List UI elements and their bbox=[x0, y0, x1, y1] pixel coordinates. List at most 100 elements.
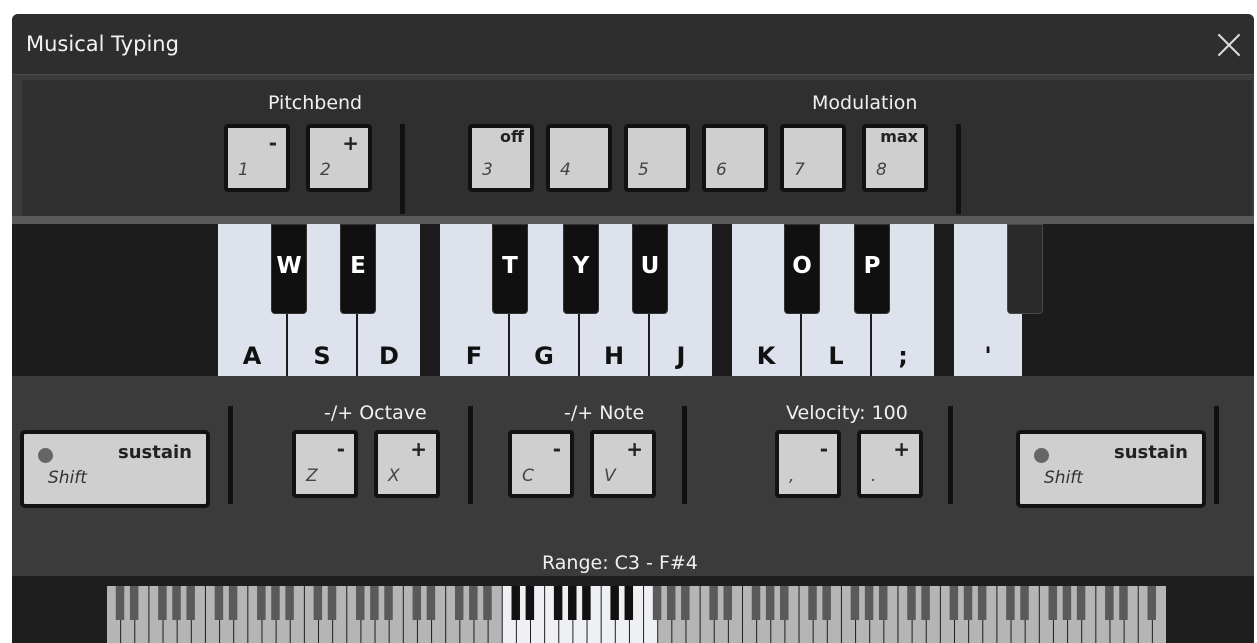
octave-down-key[interactable]: Z - bbox=[292, 430, 358, 498]
note-down-key[interactable]: C - bbox=[508, 430, 574, 498]
divider bbox=[228, 406, 233, 504]
octave-up-key[interactable]: X + bbox=[374, 430, 440, 498]
velocity-label: Velocity: 100 bbox=[786, 402, 908, 424]
shift-label: Shift bbox=[48, 468, 87, 488]
mini-black-key bbox=[214, 586, 224, 620]
lower-controls: sustain Shift -/+ Octave Z - X + -/+ Not… bbox=[12, 376, 1254, 576]
black-key-label: U bbox=[640, 253, 660, 279]
key-label: Z bbox=[306, 466, 318, 486]
key-label: 2 bbox=[320, 160, 331, 180]
white-key-label: D bbox=[379, 342, 399, 370]
window-title: Musical Typing bbox=[26, 32, 179, 56]
pitchbend-up-key[interactable]: 2 + bbox=[306, 124, 372, 192]
note-up-key[interactable]: V + bbox=[590, 430, 656, 498]
divider bbox=[1214, 406, 1219, 504]
mini-black-key bbox=[949, 586, 959, 620]
title-bar: Musical Typing bbox=[12, 14, 1254, 75]
musical-typing-window: Musical Typing Pitchbend 1 - 2 + Modulat… bbox=[12, 14, 1254, 643]
close-icon[interactable] bbox=[1214, 30, 1244, 60]
mini-black-key bbox=[977, 586, 987, 620]
mini-black-key bbox=[681, 586, 690, 620]
mini-black-key bbox=[483, 586, 492, 620]
mini-black-key bbox=[1006, 586, 1015, 620]
mini-black-key bbox=[115, 586, 125, 620]
white-key-label: A bbox=[242, 342, 262, 370]
key-label: 5 bbox=[638, 160, 649, 180]
white-key-label: K bbox=[756, 342, 776, 370]
modulation-label: Modulation bbox=[812, 92, 918, 114]
mini-black-key bbox=[666, 586, 676, 620]
plus-mark: + bbox=[626, 437, 643, 461]
mini-black-key bbox=[907, 586, 916, 620]
white-key-label: F bbox=[465, 342, 483, 370]
black-key[interactable]: Y bbox=[563, 224, 599, 314]
key-label: , bbox=[789, 466, 795, 486]
mini-black-key bbox=[257, 586, 266, 620]
key-label: C bbox=[522, 466, 534, 486]
modulation-5-key[interactable]: 5 bbox=[624, 124, 690, 192]
mini-black-key bbox=[765, 586, 775, 620]
black-key[interactable]: P bbox=[854, 224, 890, 314]
modulation-6-key[interactable]: 6 bbox=[702, 124, 768, 192]
mini-black-key bbox=[850, 586, 860, 620]
range-label: Range: C3 - F#4 bbox=[542, 552, 698, 574]
modulation-4-key[interactable]: 4 bbox=[546, 124, 612, 192]
mini-black-key bbox=[780, 586, 789, 620]
mini-black-key bbox=[1147, 586, 1156, 620]
panel-separator bbox=[12, 216, 1254, 224]
mini-black-key bbox=[129, 586, 139, 620]
mini-black-key bbox=[878, 586, 888, 620]
black-key[interactable]: U bbox=[632, 224, 668, 314]
black-key[interactable]: T bbox=[492, 224, 528, 314]
sustain-left-key[interactable]: sustain Shift bbox=[20, 430, 210, 508]
black-key[interactable] bbox=[1007, 224, 1043, 314]
plus-mark: + bbox=[410, 437, 427, 461]
black-key[interactable]: O bbox=[784, 224, 820, 314]
black-key-label: O bbox=[792, 253, 812, 279]
divider bbox=[682, 406, 687, 504]
piano-keyboard: A S D F G H J K L; ' W E T Y U O P bbox=[12, 224, 1254, 376]
sustain-right-key[interactable]: sustain Shift bbox=[1016, 430, 1206, 508]
mini-black-key bbox=[624, 586, 634, 620]
mini-black-key bbox=[172, 586, 181, 620]
mini-black-key bbox=[1076, 586, 1086, 620]
mini-black-key bbox=[864, 586, 874, 620]
key-label: V bbox=[604, 466, 616, 486]
modulation-off-key[interactable]: 3 off bbox=[468, 124, 534, 192]
key-label: 6 bbox=[716, 160, 727, 180]
mini-black-key bbox=[808, 586, 817, 620]
black-key[interactable]: W bbox=[271, 224, 307, 314]
sustain-indicator-icon bbox=[38, 448, 53, 463]
minus-mark: - bbox=[819, 437, 828, 461]
pitchbend-down-key[interactable]: 1 - bbox=[224, 124, 290, 192]
white-key-label: H bbox=[603, 342, 625, 370]
black-key-label: W bbox=[276, 253, 302, 279]
black-key-label: T bbox=[502, 253, 518, 279]
note-label: -/+ Note bbox=[564, 402, 645, 424]
minus-mark: - bbox=[552, 437, 561, 461]
mini-keyboard[interactable] bbox=[107, 586, 1167, 643]
mini-black-key bbox=[327, 586, 337, 620]
range-overview bbox=[12, 576, 1254, 643]
modulation-max-key[interactable]: 8 max bbox=[862, 124, 928, 192]
sustain-label: sustain bbox=[1114, 442, 1188, 463]
velocity-down-key[interactable]: , - bbox=[775, 430, 841, 498]
sustain-label: sustain bbox=[118, 442, 192, 463]
white-key-label: J bbox=[676, 342, 686, 370]
black-key[interactable]: E bbox=[340, 224, 376, 314]
mini-black-key bbox=[525, 586, 535, 620]
divider bbox=[948, 406, 953, 504]
mini-black-key bbox=[426, 586, 436, 620]
mini-black-key bbox=[469, 586, 478, 620]
velocity-up-key[interactable]: . + bbox=[857, 430, 923, 498]
shift-label: Shift bbox=[1044, 468, 1083, 488]
max-mark: max bbox=[880, 127, 918, 146]
plus-mark: + bbox=[342, 131, 359, 155]
modulation-7-key[interactable]: 7 bbox=[780, 124, 846, 192]
mini-black-key bbox=[582, 586, 591, 620]
white-key-label: ' bbox=[984, 342, 992, 370]
mini-black-key bbox=[1105, 586, 1114, 620]
pitchbend-label: Pitchbend bbox=[268, 92, 363, 114]
mini-black-key bbox=[454, 586, 464, 620]
white-key-label: S bbox=[313, 342, 331, 370]
